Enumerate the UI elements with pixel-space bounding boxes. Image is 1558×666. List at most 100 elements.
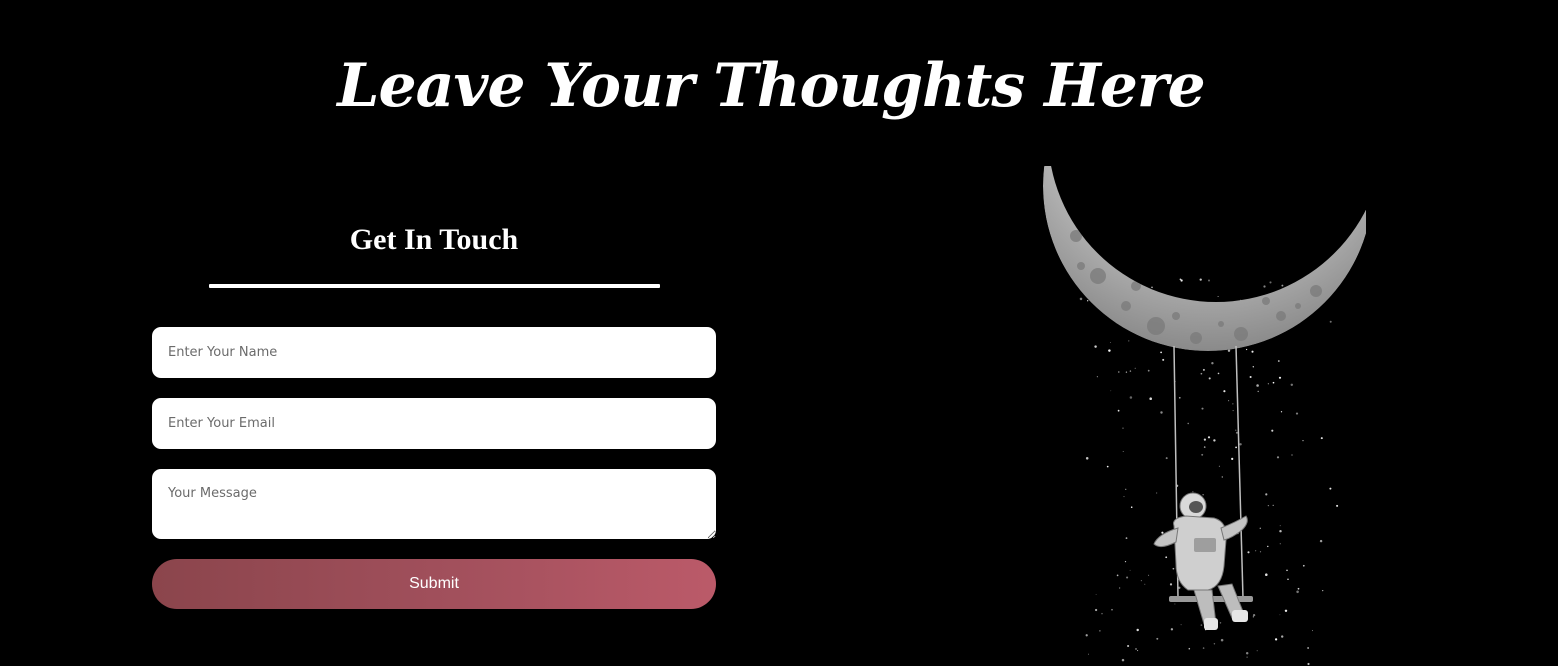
star [1272,381,1275,384]
star [1200,624,1203,626]
star [1267,545,1269,548]
star [1267,504,1270,507]
star [1302,564,1305,567]
star [1122,427,1124,429]
star [1165,556,1168,559]
star [1125,371,1128,373]
star [1207,436,1211,439]
star [1127,644,1130,648]
star [1235,429,1237,431]
star [1208,377,1211,380]
star [1140,580,1142,582]
star [1267,383,1269,385]
star [1256,384,1259,387]
message-textarea[interactable] [152,469,716,539]
star [1096,376,1098,378]
star [1311,630,1314,632]
star [1094,608,1098,612]
star [1135,648,1137,650]
star [1297,587,1300,590]
star [1201,453,1204,456]
star [1245,652,1249,655]
star [1180,624,1182,626]
form-heading: Get In Touch [349,223,519,256]
star [1290,383,1294,387]
star [1156,492,1158,494]
star [1101,612,1103,615]
star [1255,550,1257,552]
star [1218,465,1220,467]
star [1160,411,1163,414]
star [1251,350,1254,353]
star [1109,342,1111,343]
star [1265,493,1268,496]
astronaut-moon-swing-illustration [1043,166,1366,666]
star [1079,297,1083,301]
star [1220,638,1224,642]
star [1213,643,1216,645]
star [1125,488,1127,490]
star [1228,400,1230,402]
star [1117,409,1120,412]
star [1278,376,1282,379]
star [1279,543,1281,545]
star [1116,574,1119,577]
star [1246,656,1248,658]
star [1280,411,1283,413]
star [1108,349,1111,352]
star [1202,494,1204,496]
star [1126,576,1129,579]
star [1307,662,1310,666]
star [1259,527,1261,529]
star [1213,439,1216,442]
star [1085,634,1088,637]
star [1144,583,1146,585]
star [1156,637,1159,640]
star [1147,369,1150,372]
astronaut-icon [1153,492,1248,630]
star [1165,457,1168,460]
star [1192,491,1194,493]
star [1272,504,1274,507]
star [1134,367,1136,369]
star [1320,437,1323,440]
star [1211,362,1214,365]
star [1277,360,1280,362]
star [1271,429,1274,432]
star [1287,578,1289,580]
star [1172,567,1175,570]
submit-button[interactable]: Submit [152,559,716,609]
star [1217,372,1220,375]
star [1118,371,1120,373]
star [1296,590,1299,594]
star [1188,647,1191,650]
star [1265,573,1268,576]
star [1245,348,1248,351]
star [1286,569,1288,572]
star [1227,349,1231,352]
star [1279,529,1282,533]
star [1119,587,1121,589]
star [1322,589,1324,592]
star [1257,390,1259,393]
star [1129,569,1131,571]
star [1201,407,1204,410]
star [1125,537,1128,539]
star [1110,390,1112,392]
star [1149,397,1152,400]
contact-form: Get In Touch Submit [152,214,716,609]
star [1276,456,1280,459]
star [1169,583,1173,586]
star [1259,551,1262,553]
star [1106,465,1109,468]
star [1219,622,1222,624]
star [1124,560,1127,563]
star [1291,454,1293,456]
star [1247,551,1250,554]
star [1302,439,1304,442]
name-input[interactable] [152,327,716,378]
star [1284,609,1288,613]
star [1307,647,1309,649]
email-input[interactable] [152,398,716,449]
star [1137,650,1139,652]
